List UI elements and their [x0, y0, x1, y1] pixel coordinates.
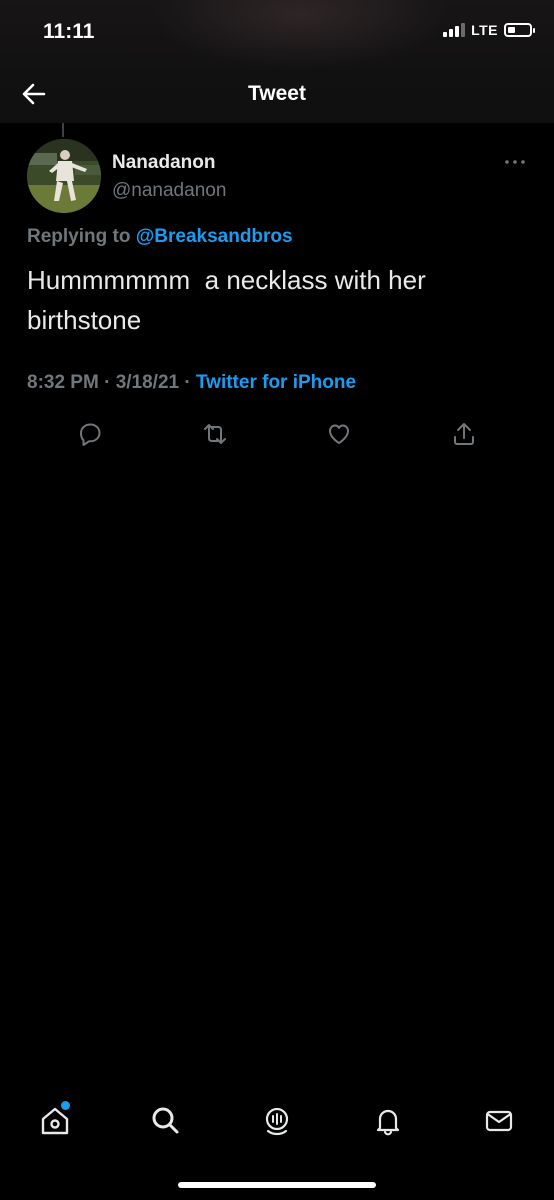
- spaces-icon[interactable]: [260, 1104, 294, 1138]
- tweet-text: Hummmmmm a necklass with her birthstone: [27, 265, 433, 335]
- author-name[interactable]: Nanadanon: [112, 152, 215, 174]
- header-blurred-backdrop: [150, 0, 450, 70]
- network-label: LTE: [471, 22, 498, 38]
- tweet-meta: 8:32 PM · 3/18/21 · Twitter for iPhone: [27, 372, 356, 394]
- battery-icon: [504, 23, 535, 37]
- like-icon[interactable]: [325, 420, 353, 448]
- replying-to-line: Replying to @Breaksandbros: [27, 226, 293, 248]
- notifications-icon[interactable]: [371, 1104, 405, 1138]
- thread-connector-line: [62, 123, 64, 137]
- reply-icon[interactable]: [76, 420, 104, 448]
- page-title: Tweet: [248, 82, 306, 105]
- home-notification-dot: [61, 1101, 70, 1110]
- tweet-source[interactable]: Twitter for iPhone: [196, 372, 356, 393]
- status-time: 11:11: [43, 20, 95, 43]
- messages-icon[interactable]: [482, 1104, 516, 1138]
- retweet-icon[interactable]: [201, 420, 229, 448]
- search-icon[interactable]: [149, 1104, 183, 1138]
- home-indicator[interactable]: [178, 1182, 376, 1188]
- replying-to-mention[interactable]: @Breaksandbros: [136, 226, 293, 247]
- status-indicators: LTE: [443, 22, 535, 38]
- author-handle[interactable]: @nanadanon: [112, 180, 226, 202]
- share-icon[interactable]: [450, 420, 478, 448]
- avatar[interactable]: [27, 139, 101, 213]
- more-options-icon[interactable]: [503, 155, 527, 169]
- signal-icon: [443, 23, 466, 37]
- tweet-timestamp[interactable]: 8:32 PM · 3/18/21 ·: [27, 372, 196, 393]
- replying-label: Replying to: [27, 226, 131, 247]
